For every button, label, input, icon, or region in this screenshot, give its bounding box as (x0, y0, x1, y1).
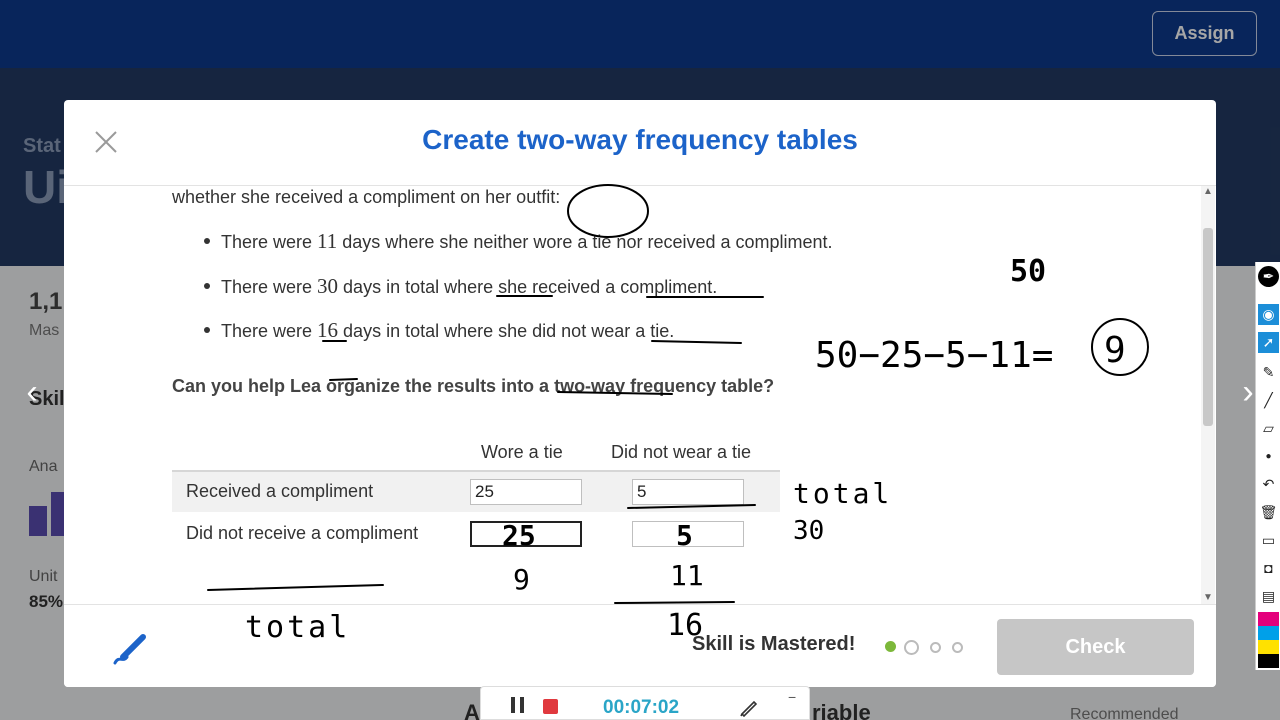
question-text: Can you help Lea organize the results in… (172, 376, 775, 396)
pen-icon[interactable] (739, 697, 759, 718)
minimize-icon[interactable]: − (788, 689, 796, 705)
bullet-dot (204, 327, 210, 333)
recording-timer: 00:07:02 (603, 697, 680, 718)
cell-received-wore-tie[interactable] (470, 479, 582, 505)
stop-icon[interactable] (543, 699, 558, 714)
cell-not-received-wore-tie[interactable] (470, 521, 582, 547)
progress-dot-empty (930, 642, 941, 653)
modal-title: Create two-way frequency tables (422, 124, 858, 155)
column-header-no-tie: Did not wear a tie (611, 442, 752, 462)
modal-footer: Skill is Mastered! Check (64, 604, 1216, 687)
clipboard-icon[interactable]: ▤ (1258, 586, 1279, 607)
annotation-toolbar: ✒ ◉ ➚ ✎ ╱ ▱ ● ↶ 🗑 ▭ ◘ ▤ (1255, 262, 1280, 670)
check-button[interactable]: Check (997, 619, 1194, 675)
whiteboard-icon[interactable]: ▭ (1258, 530, 1279, 551)
scroll-thumb[interactable] (1203, 228, 1213, 426)
camera-icon[interactable]: ◘ (1258, 558, 1279, 579)
cell-received-no-tie[interactable] (632, 479, 744, 505)
scroll-up-icon[interactable]: ▲ (1202, 186, 1214, 198)
bullet-item: There were 16 days in total where she di… (221, 318, 675, 342)
eraser-icon[interactable]: ▱ (1258, 418, 1279, 439)
column-header-wore-tie: Wore a tie (481, 442, 563, 462)
trash-icon[interactable]: 🗑 (1258, 502, 1279, 523)
recording-bar: 00:07:02 − (480, 686, 810, 720)
undo-icon[interactable]: ↶ (1258, 474, 1279, 495)
row-label-received: Received a compliment (186, 481, 374, 501)
marker-icon[interactable]: ✎ (1258, 362, 1279, 383)
modal-header: Create two-way frequency tables (64, 100, 1216, 186)
pen-nib-icon[interactable]: ✒ (1258, 266, 1279, 287)
color-palette-icon[interactable] (1258, 612, 1279, 668)
bullet-item: There were 30 days in total where she re… (221, 274, 718, 298)
bullet-dot (204, 238, 210, 244)
progress-dot-filled (885, 641, 896, 652)
line-icon[interactable]: ╱ (1258, 390, 1279, 411)
bullet-item: There were 11 days where she neither wor… (221, 229, 833, 253)
previous-arrow-icon[interactable]: ‹ (20, 372, 44, 412)
practice-modal: Create two-way frequency tables whether … (64, 100, 1216, 687)
content-scrollbar[interactable]: ▲ ▼ (1201, 186, 1215, 604)
cursor-icon[interactable]: ➚ (1258, 332, 1279, 353)
progress-dot-current (904, 640, 919, 655)
cell-not-received-no-tie[interactable] (632, 521, 744, 547)
eye-icon[interactable]: ◉ (1258, 304, 1279, 325)
pause-icon[interactable] (511, 697, 525, 713)
bullet-dot (204, 283, 210, 289)
dot-size-icon[interactable]: ● (1258, 446, 1279, 467)
row-label-not-received: Did not receive a compliment (186, 523, 419, 543)
scratchpad-pencil-icon[interactable] (109, 627, 149, 667)
mastery-status: Skill is Mastered! (692, 633, 856, 655)
progress-dot-empty (952, 642, 963, 653)
scroll-down-icon[interactable]: ▼ (1202, 592, 1214, 604)
intro-text: whether she received a compliment on her… (172, 187, 561, 207)
problem-content: whether she received a compliment on her… (64, 186, 1216, 604)
